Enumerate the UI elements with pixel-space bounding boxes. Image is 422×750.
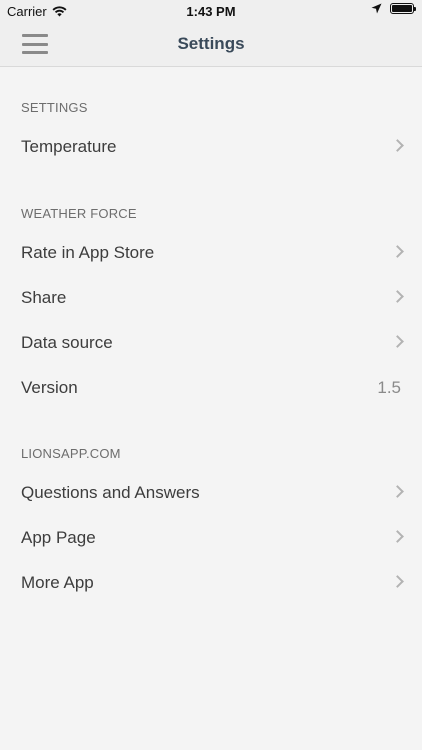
section-header-settings: SETTINGS (21, 100, 88, 115)
location-arrow-icon (371, 3, 382, 14)
chevron-right-icon (391, 530, 404, 543)
version-value: 1.5 (377, 377, 401, 397)
navigation-bar: Settings (0, 22, 422, 67)
row-label: App Page (21, 527, 96, 547)
row-more-app[interactable]: More App (0, 560, 422, 605)
section-header-lionsapp: LIONSAPP.COM (21, 446, 121, 461)
status-time: 1:43 PM (186, 4, 236, 19)
chevron-right-icon (391, 139, 404, 152)
row-label: Version (21, 377, 78, 397)
chevron-right-icon (391, 575, 404, 588)
row-label: Questions and Answers (21, 482, 200, 502)
row-data-source[interactable]: Data source (0, 320, 422, 365)
settings-list: SETTINGS Temperature WEATHER FORCE Rate … (0, 68, 422, 605)
status-bar: Carrier 1:43 PM (0, 0, 422, 22)
row-label: Rate in App Store (21, 242, 155, 262)
row-version: Version 1.5 (0, 365, 422, 410)
row-label: Temperature (21, 136, 117, 156)
status-right-group (371, 3, 416, 14)
chevron-right-icon (391, 245, 404, 258)
row-questions-and-answers[interactable]: Questions and Answers (0, 470, 422, 515)
chevron-right-icon (391, 485, 404, 498)
row-label: Data source (21, 332, 113, 352)
chevron-right-icon (391, 335, 404, 348)
battery-icon (390, 3, 416, 14)
row-app-page[interactable]: App Page (0, 515, 422, 560)
row-rate-in-app-store[interactable]: Rate in App Store (0, 230, 422, 275)
section-header-weather-force: WEATHER FORCE (21, 206, 137, 221)
page-title: Settings (177, 34, 245, 53)
row-temperature[interactable]: Temperature (0, 124, 422, 169)
row-label: Share (21, 287, 67, 307)
chevron-right-icon (391, 290, 404, 303)
row-share[interactable]: Share (0, 275, 422, 320)
row-label: More App (21, 572, 94, 592)
